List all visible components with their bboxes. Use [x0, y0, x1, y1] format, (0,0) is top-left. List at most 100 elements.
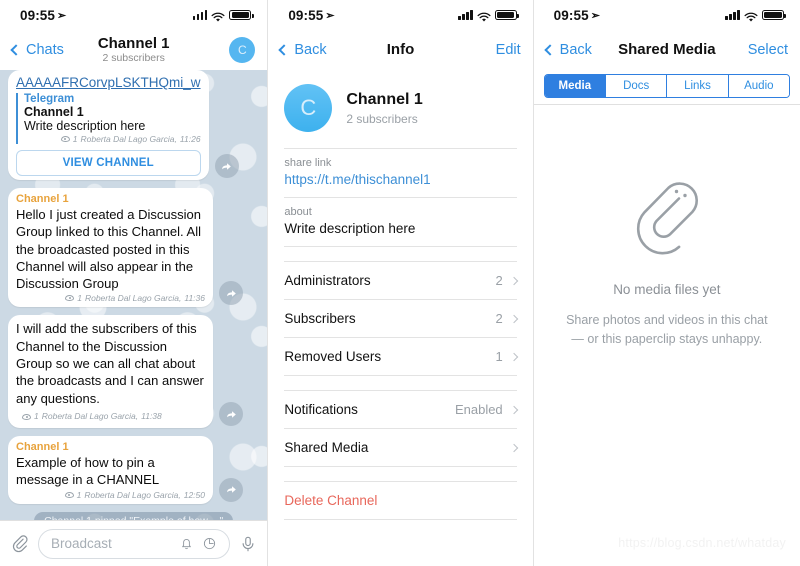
timer-icon[interactable] [202, 536, 217, 551]
microphone-icon[interactable] [239, 535, 257, 553]
shared-media-screen: 09:55 ➢ Back Shared Media Select Media Do… [533, 0, 800, 566]
message-author: Channel 1 [16, 193, 69, 205]
channel-header: C Channel 1 2 subscribers [268, 70, 532, 148]
message-author-meta: Roberta Dal Lago Garcia, [41, 411, 139, 422]
channel-name-block: Channel 1 2 subscribers [346, 90, 422, 126]
signal-bars-icon [458, 10, 473, 20]
chat-screen: 09:55➢ Chats Channel 1 2 subscribers C [0, 0, 268, 566]
text-message-bubble[interactable]: Channel 1 Example of how to pin a messag… [8, 436, 213, 504]
view-count: 1 [72, 134, 78, 144]
row-subscribers[interactable]: Subscribers 2 [268, 300, 533, 337]
views-eye-icon [65, 295, 75, 302]
message-time: 11:38 [141, 411, 162, 422]
share-link-field[interactable]: share link https://t.me/thischannel1 [268, 149, 532, 197]
message-text: Hello I just created a Discussion Group … [16, 207, 201, 292]
message-author-meta: Roberta Dal Lago Garcia, [84, 489, 181, 500]
info-content: C Channel 1 2 subscribers share link htt… [268, 70, 533, 566]
info-nav-bar: Back Info Edit [268, 30, 533, 70]
status-time: 09:55 ➢ [20, 8, 66, 23]
share-message-button[interactable] [219, 281, 243, 306]
empty-title: No media files yet [613, 281, 721, 297]
location-arrow-icon: ➢ [57, 9, 67, 22]
row-shared-media[interactable]: Shared Media [268, 429, 533, 466]
message-meta: 1 Roberta Dal Lago Garcia, 11:36 [16, 293, 205, 303]
share-message-button[interactable] [219, 402, 243, 427]
select-button[interactable]: Select [748, 42, 788, 58]
share-link-label: share link [284, 157, 332, 169]
chat-title: Channel 1 [97, 34, 170, 52]
info-title: Info [386, 41, 415, 59]
battery-icon [494, 10, 519, 20]
wifi-icon [211, 10, 225, 22]
empty-description: Share photos and videos in this chat — o… [566, 311, 768, 350]
preview-description: Write description here [24, 119, 146, 133]
row-administrators[interactable]: Administrators 2 [268, 262, 533, 299]
view-count: 1 [77, 293, 82, 304]
message-list[interactable]: AAAAAFRCorvpLSKTHQmi_w Telegram Channel … [0, 70, 267, 520]
status-bar-info: 09:55 ➢ [268, 0, 533, 30]
row-value: 2 [495, 311, 503, 326]
row-label: Subscribers [284, 311, 356, 326]
message-meta: 1 Roberta Dal Lago Garcia, 12:50 [16, 490, 205, 500]
media-back-button[interactable]: Back [544, 42, 592, 58]
share-message-button[interactable] [214, 154, 239, 178]
share-message-button[interactable] [219, 477, 243, 502]
paperclip-face-icon [636, 177, 698, 260]
delete-channel-row[interactable]: Delete Channel [268, 482, 533, 519]
row-value: 1 [495, 349, 503, 364]
row-removed-users[interactable]: Removed Users 1 [268, 338, 533, 375]
watermark: https://blog.csdn.net/whatday [618, 536, 786, 550]
status-indicators [192, 10, 254, 22]
chevron-right-icon [509, 276, 518, 285]
message-author-meta: Roberta Dal Lago Garcia, [84, 293, 182, 304]
message-text: I will add the subscribers of this Chann… [16, 321, 204, 406]
view-channel-button[interactable]: VIEW CHANNEL [16, 150, 201, 176]
message-author-meta: Roberta Dal Lago Garcia, [80, 134, 177, 144]
text-message-bubble[interactable]: Channel 1 Hello I just created a Discuss… [8, 188, 213, 308]
channel-name: Channel 1 [346, 90, 423, 108]
empty-description-line2: — or this paperclip stays unhappy. [571, 332, 763, 346]
empty-media-state: No media files yet Share photos and vide… [534, 0, 800, 566]
message-row: I will add the subscribers of this Chann… [8, 315, 259, 429]
row-value: Enabled [454, 402, 503, 417]
text-message-bubble[interactable]: I will add the subscribers of this Chann… [8, 315, 213, 429]
about-label: about [284, 206, 312, 218]
broadcast-input[interactable]: Broadcast [38, 528, 231, 559]
empty-description-line1: Share photos and videos in this chat [566, 312, 768, 327]
message-row: AAAAAFRCorvpLSKTHQmi_w Telegram Channel … [8, 70, 259, 180]
chat-avatar[interactable]: C [229, 37, 256, 63]
info-screen: 09:55 ➢ Back Info Edit C Channel 1 2 sub… [268, 0, 533, 566]
bell-icon[interactable] [179, 536, 194, 551]
message-input-bar: Broadcast [0, 520, 268, 566]
paperclip-icon[interactable] [10, 534, 29, 553]
row-label: Removed Users [284, 349, 382, 364]
chevron-right-icon [509, 443, 518, 452]
link-preview: Telegram Channel 1 Write description her… [16, 93, 201, 144]
status-time-text: 09:55 [288, 7, 324, 23]
three-screen-collage: 09:55➢ Chats Channel 1 2 subscribers C [0, 0, 800, 566]
message-row: Channel 1 Hello I just created a Discuss… [8, 188, 259, 308]
edit-button[interactable]: Edit [496, 42, 521, 58]
channel-avatar[interactable]: C [284, 84, 333, 132]
views-eye-icon [64, 491, 74, 498]
info-back-button[interactable]: Back [278, 42, 327, 58]
back-to-chats-button[interactable]: Chats [10, 42, 64, 58]
row-notifications[interactable]: Notifications Enabled [268, 391, 533, 428]
battery-icon [229, 10, 254, 20]
signal-bars-icon [192, 10, 208, 20]
message-text-wrap: I will add the subscribers of this Chann… [16, 320, 205, 424]
about-field: about Write description here [268, 198, 532, 246]
preview-site-name: Telegram [24, 93, 75, 105]
link-preview-bubble[interactable]: AAAAAFRCorvpLSKTHQmi_w Telegram Channel … [8, 70, 209, 180]
share-arrow-icon [226, 290, 236, 297]
share-link-value[interactable]: https://t.me/thischannel1 [284, 172, 516, 187]
share-arrow-icon [226, 410, 236, 418]
message-link[interactable]: AAAAAFRCorvpLSKTHQmi_w [16, 75, 201, 90]
row-label: Administrators [284, 273, 371, 288]
message-meta: 1 Roberta Dal Lago Garcia, 11:26 [24, 134, 201, 144]
wifi-icon [477, 10, 491, 22]
status-bar-chat: 09:55 ➢ [0, 0, 268, 30]
chevron-right-icon [509, 405, 518, 414]
